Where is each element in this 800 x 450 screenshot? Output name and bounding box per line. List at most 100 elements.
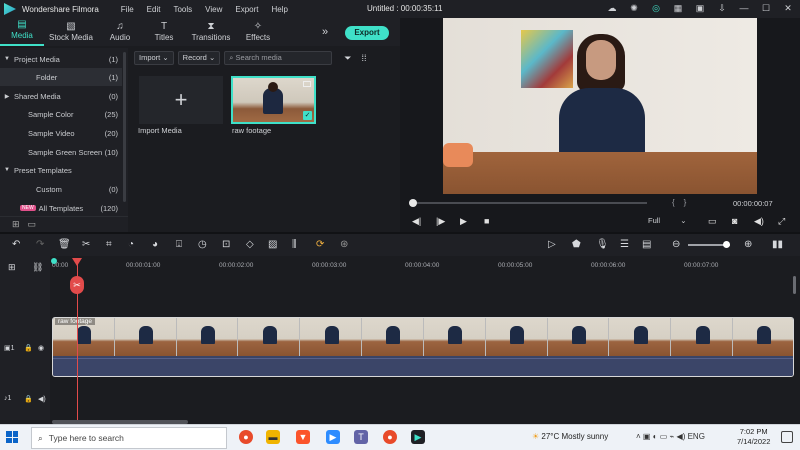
cut-icon[interactable]: ✂ [82, 239, 90, 250]
tab-effects[interactable]: ✧ Effects [236, 21, 280, 46]
timeline-vertical-scrollbar[interactable] [793, 276, 796, 294]
menu-edit[interactable]: Edit [147, 5, 161, 14]
speaker-icon[interactable]: ◀) [38, 395, 46, 403]
tab-audio[interactable]: ♫ Audio [98, 21, 142, 46]
preview-progress-handle[interactable] [409, 199, 417, 207]
save-icon[interactable]: ▣ [694, 2, 706, 14]
sidebar-item-sample-color[interactable]: Sample Color (25) [0, 105, 122, 123]
keyframe-icon[interactable]: ◇ [246, 239, 254, 250]
tab-transitions[interactable]: ⧗ Transitions [186, 21, 236, 46]
filmora-taskbar-icon[interactable]: ▶ [411, 430, 425, 444]
import-dropdown[interactable]: Import ⌄ [134, 51, 174, 65]
fit-icon[interactable]: ⊡ [222, 239, 230, 250]
color-icon[interactable]: ◕ [152, 239, 158, 250]
chrome-icon[interactable]: ● [239, 430, 253, 444]
grid-view-icon[interactable]: ⁞⁞ [361, 53, 366, 63]
folder-icon[interactable]: ▭ [28, 219, 37, 230]
sidebar-scrollbar[interactable] [123, 52, 126, 202]
sidebar-item-folder[interactable]: Folder (1) [0, 68, 122, 86]
sidebar-item-sample-green-screen[interactable]: Sample Green Screen (10) [0, 143, 122, 161]
undo-icon[interactable]: ↶ [12, 239, 20, 250]
record-dropdown[interactable]: Record ⌄ [177, 51, 221, 65]
quality-dropdown[interactable]: Full ⌄ [648, 216, 694, 228]
menu-export[interactable]: Export [235, 5, 258, 14]
redo-icon[interactable]: ↷ [36, 239, 44, 250]
preview-progress-bar[interactable] [409, 202, 647, 204]
brave-icon[interactable]: ▼ [296, 430, 310, 444]
subtitle-icon[interactable]: ▤ [642, 239, 651, 250]
previous-frame-icon[interactable]: ◀| [412, 216, 421, 227]
marker-icon[interactable]: ⬟ [572, 239, 581, 250]
stabilize-icon[interactable]: ⍗ [176, 239, 182, 250]
render-icon[interactable]: ▷ [548, 239, 556, 250]
ai-tool-icon[interactable]: ⟳ [316, 239, 324, 250]
snapshot-icon[interactable]: ◙ [732, 216, 737, 226]
sidebar-item-all-templates[interactable]: NEW All Templates (120) [0, 199, 122, 217]
delete-icon[interactable]: 🗑 [58, 239, 71, 250]
language-indicator[interactable]: ENG [688, 432, 705, 441]
export-button[interactable]: Export [345, 26, 389, 40]
cloud-icon[interactable]: ☁ [606, 2, 618, 14]
new-folder-icon[interactable]: ⊞ [12, 219, 20, 230]
more-tabs-icon[interactable]: » [322, 26, 328, 38]
display-icon[interactable]: ▭ [708, 216, 717, 227]
add-track-icon[interactable]: ⊞ [8, 262, 16, 273]
voiceover-list-icon[interactable]: ☰ [620, 239, 629, 250]
video-clip[interactable] [52, 317, 794, 377]
filter-icon[interactable]: ⏷ [344, 53, 351, 64]
audio-mixer-icon[interactable]: ⫼ [292, 239, 297, 250]
headset-icon[interactable]: ◎ [650, 2, 662, 14]
zoom-icon[interactable]: ▶ [326, 430, 340, 444]
play-icon[interactable]: ▶ [460, 216, 467, 227]
fullscreen-icon[interactable]: ⤢ [778, 216, 785, 227]
tab-stock-media[interactable]: ▧ Stock Media [44, 21, 98, 46]
windows-start-icon[interactable] [6, 431, 18, 443]
auto-beat-icon[interactable]: ⊛ [340, 239, 348, 250]
maximize-icon[interactable]: ☐ [760, 2, 772, 14]
sidebar-item-project-media[interactable]: ▼ Project Media (1) [0, 50, 122, 68]
eye-icon[interactable]: ◉ [38, 344, 44, 352]
taskbar-clock[interactable]: 7:02 PM 7/14/2022 [737, 427, 770, 447]
download-icon[interactable]: ⇩ [716, 2, 728, 14]
lock-icon[interactable]: 🔒 [24, 395, 33, 403]
speed-icon[interactable]: ◔ [128, 239, 134, 250]
volume-icon[interactable]: ◀) [754, 216, 764, 227]
zoom-in-icon[interactable]: ⊕ [744, 239, 752, 250]
green-screen-icon[interactable]: ▨ [268, 239, 277, 250]
lock-icon[interactable]: 🔒 [24, 344, 33, 352]
media-clip-thumbnail[interactable]: ✓ [231, 76, 316, 124]
scissors-icon[interactable]: ✂ [70, 276, 84, 294]
menu-help[interactable]: Help [271, 5, 287, 14]
teams-icon[interactable]: T [354, 430, 368, 444]
menu-file[interactable]: File [121, 5, 134, 14]
chrome-active-icon[interactable]: ● [383, 430, 397, 444]
mark-in-out-icon[interactable]: { } [672, 198, 686, 207]
notification-icon[interactable] [781, 431, 793, 443]
link-icon[interactable]: ⛓ [32, 262, 43, 273]
close-icon[interactable]: ✕ [782, 2, 794, 14]
taskbar-search-input[interactable]: ⌕ Type here to search [31, 427, 227, 449]
file-explorer-icon[interactable]: ▬ [266, 430, 280, 444]
import-media-tile[interactable]: + [139, 76, 223, 124]
sidebar-item-custom[interactable]: Custom (0) [0, 180, 122, 198]
search-input[interactable]: ⌕ Search media [224, 51, 333, 65]
system-tray[interactable]: ˄ ▣ ◐ ▭ ⌁ ◀) ENG [636, 432, 705, 441]
sidebar-item-sample-video[interactable]: Sample Video (20) [0, 124, 122, 142]
menu-view[interactable]: View [205, 5, 222, 14]
weather-widget[interactable]: ☀ 27°C Mostly sunny [532, 432, 608, 441]
sidebar-item-preset-templates[interactable]: ▼ Preset Templates [0, 161, 122, 179]
sidebar-item-shared-media[interactable]: ▶ Shared Media (0) [0, 87, 122, 105]
layout-icon[interactable]: ▮▮ [772, 239, 783, 250]
crop-icon[interactable]: ⌗ [106, 239, 112, 250]
microphone-icon[interactable]: 🎙 [596, 239, 609, 250]
duration-icon[interactable]: ◷ [198, 239, 207, 250]
zoom-out-icon[interactable]: ⊖ [672, 239, 680, 250]
timeline-ruler[interactable]: 00:00 00:00:01:00 00:00:02:00 00:00:03:0… [50, 258, 800, 272]
bulb-icon[interactable]: ✺ [628, 2, 640, 14]
play-reverse-icon[interactable]: |▶ [436, 216, 445, 227]
tab-titles[interactable]: T Titles [142, 21, 186, 46]
tab-media[interactable]: ▤ Media [0, 19, 44, 46]
minimize-icon[interactable]: — [738, 2, 750, 14]
menu-tools[interactable]: Tools [173, 5, 192, 14]
grid-icon[interactable]: ▦ [672, 2, 684, 14]
